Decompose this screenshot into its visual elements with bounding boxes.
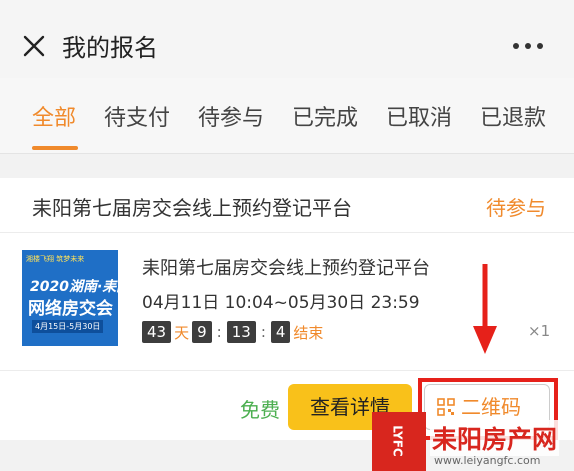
watermark-url: www.leiyangfc.com: [434, 454, 541, 467]
thumb-year: 2020湖南·耒阳: [30, 279, 118, 295]
countdown-hours: 9: [192, 321, 212, 343]
more-icon[interactable]: [512, 42, 544, 50]
countdown-minutes: 13: [226, 321, 256, 343]
watermark-name: 耒阳房产网: [430, 420, 560, 456]
item-title[interactable]: 耒阳第七届房交会线上预约登记平台: [142, 254, 430, 280]
tab-pending-attend[interactable]: 待参与: [198, 100, 264, 132]
watermark-logo: LYFC: [372, 412, 426, 471]
close-icon[interactable]: [22, 34, 46, 58]
item-quantity: ×1: [528, 322, 551, 340]
active-tab-indicator: [32, 146, 78, 150]
item-date-range: 04月11日 10:04~05月30日 23:59: [142, 293, 420, 313]
countdown-seconds: 4: [270, 321, 291, 343]
countdown-timer: 43 天 9 : 13 : 4 结束: [142, 320, 326, 344]
countdown-separator: :: [216, 323, 222, 341]
divider: [0, 370, 574, 371]
order-title: 耒阳第七届房交会线上预约登记平台: [32, 196, 352, 220]
thumb-slogan: 湘楼飞翔 筑梦未来: [26, 255, 85, 263]
watermark: LYFC 耒阳房产网 www.leiyangfc.com: [372, 408, 574, 471]
tab-all[interactable]: 全部: [32, 100, 76, 132]
watermark-logo-text: LYFC: [390, 425, 405, 457]
tab-completed[interactable]: 已完成: [292, 100, 358, 132]
event-thumbnail[interactable]: 湘楼飞翔 筑梦未来 2020湖南·耒阳 网络房交会 4月15日-5月30日: [22, 250, 118, 346]
countdown-end-label: 结束: [293, 323, 324, 342]
page-title: 我的报名: [62, 34, 158, 62]
order-price: 免费: [240, 398, 280, 422]
tab-refunded[interactable]: 已退款: [480, 100, 546, 132]
divider: [0, 232, 574, 233]
countdown-day-unit: 天: [174, 323, 190, 342]
tab-bar: 全部 待支付 待参与 已完成 已取消 已退款: [0, 78, 574, 154]
countdown-separator: :: [260, 323, 266, 341]
tab-cancelled[interactable]: 已取消: [386, 100, 452, 132]
red-arrow-annotation: [473, 264, 497, 354]
tab-pending-payment[interactable]: 待支付: [104, 100, 170, 132]
thumb-title: 网络房交会: [28, 299, 113, 319]
countdown-days: 43: [142, 321, 172, 343]
order-status: 待参与: [486, 196, 546, 220]
thumb-dates: 4月15日-5月30日: [32, 320, 104, 333]
